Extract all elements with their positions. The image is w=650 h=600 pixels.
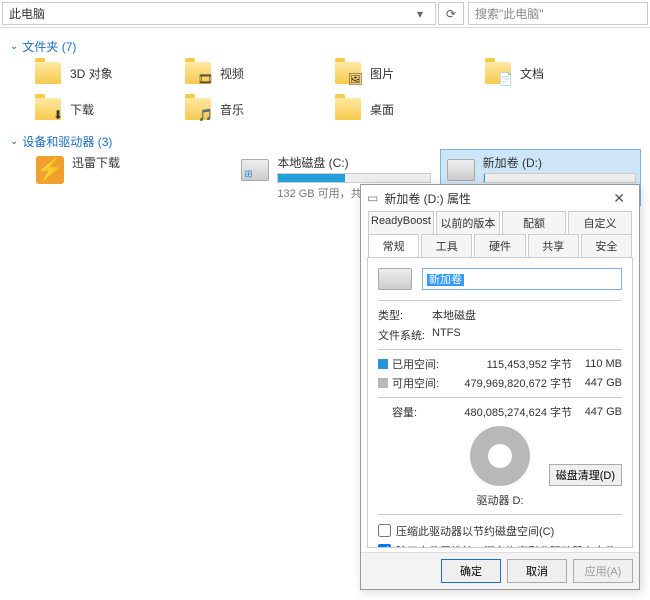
location-text: 此电脑 xyxy=(9,5,45,22)
folder-icon xyxy=(34,59,62,87)
capacity-bytes: 480,085,274,624 字节 xyxy=(446,404,572,420)
folder-item[interactable]: 🎞 视频 xyxy=(180,55,330,91)
apply-button[interactable]: 应用(A) xyxy=(573,559,633,583)
volume-name-value: 新加卷 xyxy=(427,274,464,286)
tab-ReadyBoost[interactable]: ReadyBoost xyxy=(368,211,434,234)
dialog-buttons: 确定 取消 应用(A) xyxy=(361,552,639,589)
used-gb: 110 MB xyxy=(576,358,622,370)
disk-cleanup-button[interactable]: 磁盘清理(D) xyxy=(549,464,622,486)
capacity-label: 容量: xyxy=(392,404,442,420)
folder-item[interactable]: 📄 文档 xyxy=(480,55,630,91)
volume-name-input[interactable]: 新加卷 xyxy=(422,268,622,290)
folder-label: 文档 xyxy=(520,65,544,82)
folder-label: 3D 对象 xyxy=(70,65,113,82)
chevron-down-icon: ⌄ xyxy=(10,41,18,52)
drive-label: 驱动器 D: xyxy=(378,492,622,508)
tab-工具[interactable]: 工具 xyxy=(421,234,472,257)
folders-grid: 3D 对象 🎞 视频 🖼 图片 📄 文档 ⬇ 下载 🎵 音乐 桌面 xyxy=(30,55,640,127)
folder-label: 桌面 xyxy=(370,101,394,118)
fs-value: NTFS xyxy=(432,327,461,343)
folder-item[interactable]: 3D 对象 xyxy=(30,55,180,91)
address-bar: 此电脑 ▾ ⟳ 搜索"此电脑" xyxy=(0,0,650,28)
drive-label: 本地磁盘 (C:) xyxy=(277,154,430,171)
used-color-icon xyxy=(378,359,388,369)
drive-icon: ⊞ xyxy=(239,154,271,186)
free-gb: 447 GB xyxy=(576,377,622,389)
type-label: 类型: xyxy=(378,307,432,323)
compress-checkbox[interactable]: 压缩此驱动器以节约磁盘空间(C) xyxy=(378,523,622,539)
folder-item[interactable]: 🖼 图片 xyxy=(330,55,480,91)
compress-label: 压缩此驱动器以节约磁盘空间(C) xyxy=(396,523,554,539)
tab-共享[interactable]: 共享 xyxy=(528,234,579,257)
used-label: 已用空间: xyxy=(392,356,442,372)
index-label: 除了文件属性外，还允许索引此驱动器上文件的内容(I) xyxy=(396,543,622,548)
properties-dialog: ▭ 新加卷 (D:) 属性 ✕ ReadyBoost以前的版本配额自定义 常规工… xyxy=(360,184,640,590)
tabs: ReadyBoost以前的版本配额自定义 常规工具硬件共享安全 xyxy=(367,211,633,258)
drive-icon: ⚡ xyxy=(34,154,66,186)
content-area: ⌄ 文件夹 (7) 3D 对象 🎞 视频 🖼 图片 📄 文档 ⬇ 下载 🎵 音乐 桌面 ⌄ 设备和驱动… xyxy=(0,28,650,209)
dialog-title-bar[interactable]: ▭ 新加卷 (D:) 属性 ✕ xyxy=(361,185,639,211)
tab-以前的版本[interactable]: 以前的版本 xyxy=(436,211,500,234)
folder-item[interactable]: 🎵 音乐 xyxy=(180,91,330,127)
drive-label: 新加卷 (D:) xyxy=(483,154,636,171)
ok-button[interactable]: 确定 xyxy=(441,559,501,583)
folder-label: 视频 xyxy=(220,65,244,82)
folder-icon: 🎵 xyxy=(184,95,212,123)
index-checkbox[interactable]: 除了文件属性外，还允许索引此驱动器上文件的内容(I) xyxy=(378,543,622,548)
folder-icon: 📄 xyxy=(484,59,512,87)
drives-title: 设备和驱动器 (3) xyxy=(22,133,112,150)
free-color-icon xyxy=(378,378,388,388)
folders-title: 文件夹 (7) xyxy=(22,38,76,55)
folder-label: 音乐 xyxy=(220,101,244,118)
search-placeholder: 搜索"此电脑" xyxy=(475,5,544,22)
folders-section-header[interactable]: ⌄ 文件夹 (7) xyxy=(10,38,640,55)
usage-donut-icon xyxy=(470,426,530,486)
type-value: 本地磁盘 xyxy=(432,307,476,323)
folder-item[interactable]: 桌面 xyxy=(330,91,480,127)
tab-常规[interactable]: 常规 xyxy=(368,234,419,257)
tab-配额[interactable]: 配额 xyxy=(502,211,566,234)
search-input[interactable]: 搜索"此电脑" xyxy=(468,2,648,25)
folder-icon xyxy=(334,95,362,123)
folder-label: 下载 xyxy=(70,101,94,118)
chevron-down-icon: ⌄ xyxy=(10,136,18,147)
folder-icon: ⬇ xyxy=(34,95,62,123)
drive-icon xyxy=(445,154,477,186)
folder-icon: 🖼 xyxy=(334,59,362,87)
drive-icon: ▭ xyxy=(367,191,378,205)
folder-item[interactable]: ⬇ 下载 xyxy=(30,91,180,127)
cancel-button[interactable]: 取消 xyxy=(507,559,567,583)
capacity-gb: 447 GB xyxy=(576,406,622,418)
dialog-title: 新加卷 (D:) 属性 xyxy=(384,190,471,207)
drives-section-header[interactable]: ⌄ 设备和驱动器 (3) xyxy=(10,133,640,150)
chevron-down-icon[interactable]: ▾ xyxy=(411,7,429,21)
free-bytes: 479,969,820,672 字节 xyxy=(446,375,572,391)
general-tab-pane: 新加卷 类型:本地磁盘 文件系统:NTFS 已用空间: 115,453,952 … xyxy=(367,258,633,548)
free-label: 可用空间: xyxy=(392,375,442,391)
drive-icon xyxy=(378,268,412,290)
drive-label: 迅雷下载 xyxy=(72,154,225,171)
drive-item[interactable]: ⚡ 迅雷下载 xyxy=(30,150,229,205)
used-bytes: 115,453,952 字节 xyxy=(446,356,572,372)
tab-自定义[interactable]: 自定义 xyxy=(568,211,632,234)
close-button[interactable]: ✕ xyxy=(605,190,633,207)
refresh-button[interactable]: ⟳ xyxy=(438,2,464,25)
location-field[interactable]: 此电脑 ▾ xyxy=(2,2,436,25)
folder-label: 图片 xyxy=(370,65,394,82)
tab-安全[interactable]: 安全 xyxy=(581,234,632,257)
tab-硬件[interactable]: 硬件 xyxy=(474,234,525,257)
folder-icon: 🎞 xyxy=(184,59,212,87)
fs-label: 文件系统: xyxy=(378,327,432,343)
